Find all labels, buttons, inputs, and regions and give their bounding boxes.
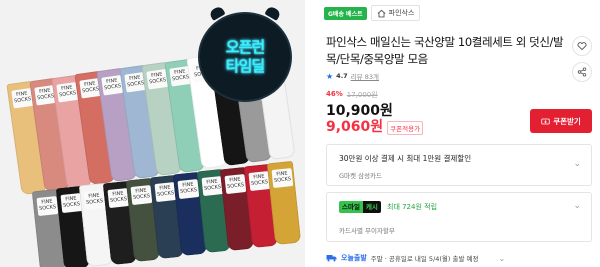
sock-brand-tag: FINE SOCKS <box>130 184 153 205</box>
badge-row: G배송 베스트 파인삭스 <box>324 5 421 21</box>
sock-brand-tag: FINE SOCKS <box>177 179 200 200</box>
delivery-info[interactable]: 오늘출발 주말 · 공휴일로 내일 5/4(월) 출발 예정 ⌄ <box>326 253 505 263</box>
sock-brand-tag: FINE SOCKS <box>153 182 176 203</box>
sock-brand-tag: FINE SOCKS <box>200 176 223 197</box>
sock-brand-tag: FINE SOCKS <box>59 193 82 214</box>
coupon-price: 9,060원 <box>326 119 384 135</box>
shop-icon <box>377 9 386 17</box>
open-run-timedeal-badge: 오픈런 타임딜 <box>200 5 290 100</box>
badge-line-1: 오픈런 <box>225 38 265 56</box>
heart-icon <box>577 42 587 51</box>
sock-brand-tag: FINE SOCKS <box>224 173 247 194</box>
chevron-down-icon: ⌄ <box>573 201 581 211</box>
benefit-headline: 30만원 이상 결제 시 최대 1만원 결제할인 <box>339 154 472 163</box>
discount-row: 46% 17,000원 <box>326 90 378 100</box>
coupon-price-row: 9,060원 쿠폰적용가 <box>326 116 424 136</box>
review-count-link[interactable]: 리뷰 83개 <box>351 71 379 81</box>
get-coupon-label: 쿠폰받기 <box>553 116 581 126</box>
star-icon: ★ <box>326 71 334 81</box>
original-price: 17,000원 <box>346 91 378 99</box>
smile-badge-part-b: 캐시 <box>362 201 381 213</box>
smile-cash-benefit[interactable]: 스마일 캐시 최대 724원 적립 카드사별 무이자할부 ⌄ <box>326 192 592 242</box>
sock-brand-tag: FINE SOCKS <box>247 170 270 191</box>
discount-rate: 46% <box>326 90 343 98</box>
coupon-download-icon <box>541 118 550 124</box>
product-info-panel: G배송 베스트 파인삭스 파인삭스 매일신는 국산양말 10켤레세트 외 덧신/… <box>318 0 600 267</box>
max-points: 최대 724원 적립 <box>387 203 438 211</box>
best-badge: G배송 베스트 <box>324 6 367 20</box>
product-title: 파인삭스 매일신는 국산양말 10켤레세트 외 덧신/발목/단목/중목양말 모음 <box>326 35 564 66</box>
share-icon <box>577 67 587 77</box>
seller-link[interactable]: 파인삭스 <box>370 5 421 21</box>
chevron-down-icon: ⌄ <box>498 253 506 263</box>
sock-brand-tag: FINE SOCKS <box>83 190 106 211</box>
sock-brand-tag: FINE SOCKS <box>106 187 129 208</box>
get-coupon-button[interactable]: 쿠폰받기 <box>530 109 592 133</box>
chevron-down-icon: ⌄ <box>573 159 581 169</box>
benefit-card-name: G마켓 삼성카드 <box>339 172 382 180</box>
today-shipping-label: 오늘출발 <box>341 254 367 262</box>
sock-brand-tag: FINE SOCKS <box>271 168 294 189</box>
badge-line-2: 타임딜 <box>225 57 265 75</box>
installment-note: 카드사별 무이자할부 <box>339 227 395 235</box>
rating-score: 4.7 <box>336 72 348 80</box>
rating-row: ★ 4.7 리뷰 83개 <box>326 71 379 82</box>
wishlist-button[interactable] <box>572 36 592 56</box>
alarm-bell-icon <box>208 5 226 21</box>
share-button[interactable] <box>572 62 592 82</box>
coupon-price-note: 쿠폰적용가 <box>387 121 424 135</box>
delivery-text: 주말 · 공휴일로 내일 5/4(월) 출발 예정 <box>370 255 479 263</box>
seller-name: 파인삭스 <box>388 9 415 17</box>
smile-cash-badge: 스마일 캐시 <box>339 201 381 213</box>
delivery-truck-icon <box>326 255 337 262</box>
alarm-bell-icon <box>264 5 282 21</box>
card-discount-benefit[interactable]: 30만원 이상 결제 시 최대 1만원 결제할인 G마켓 삼성카드 ⌄ <box>326 144 592 186</box>
smile-badge-part-a: 스마일 <box>339 201 363 213</box>
product-image[interactable]: FINE SOCKS FINE SOCKS FINE SOCKS FINE SOCKS… <box>0 0 305 267</box>
sock-brand-tag: FINE SOCKS <box>36 196 59 217</box>
